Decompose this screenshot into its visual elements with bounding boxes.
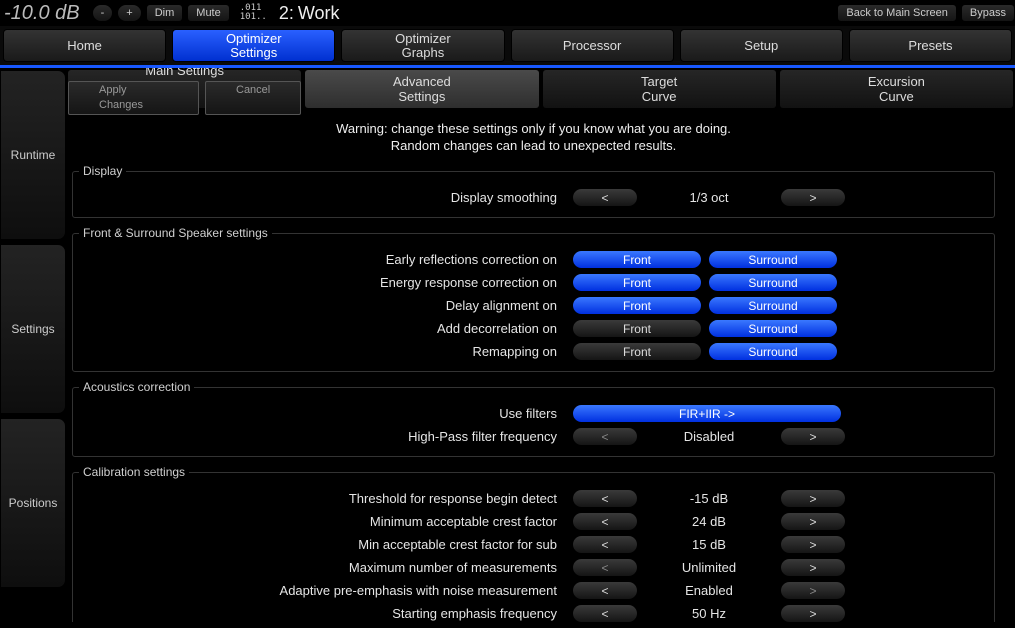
- apply-changes-button[interactable]: Apply Changes: [68, 81, 199, 115]
- row-label: Delay alignment on: [79, 298, 569, 313]
- row-label: Early reflections correction on: [79, 252, 569, 267]
- row-label: Adaptive pre-emphasis with noise measure…: [79, 583, 569, 598]
- speaker-group: Front & Surround Speaker settings Early …: [72, 226, 995, 372]
- surround-toggle[interactable]: Surround: [708, 342, 838, 361]
- main-tabs: HomeOptimizerSettingsOptimizerGraphsProc…: [0, 26, 1015, 68]
- smoothing-prev-button[interactable]: <: [572, 188, 638, 207]
- next-button[interactable]: >: [780, 604, 846, 622]
- use-filters-label: Use filters: [79, 406, 569, 421]
- next-button[interactable]: >: [780, 489, 846, 508]
- display-smoothing-label: Display smoothing: [79, 190, 569, 205]
- value-text: 15 dB: [644, 537, 774, 552]
- row-label: Threshold for response begin detect: [79, 491, 569, 506]
- row-label: Maximum number of measurements: [79, 560, 569, 575]
- front-toggle[interactable]: Front: [572, 342, 702, 361]
- main-tab-home[interactable]: Home: [3, 29, 166, 62]
- main-tab-presets[interactable]: Presets: [849, 29, 1012, 62]
- row-label: Minimum acceptable crest factor: [79, 514, 569, 529]
- front-toggle[interactable]: Front: [572, 319, 702, 338]
- side-tab-settings[interactable]: Settings: [0, 244, 66, 414]
- next-button[interactable]: >: [780, 512, 846, 531]
- topbar: -10.0 dB - + Dim Mute .011 101.. 2: Work…: [0, 0, 1015, 26]
- bits-display: .011 101..: [240, 4, 267, 22]
- main-tab-optimizer[interactable]: OptimizerSettings: [172, 29, 335, 62]
- side-tab-positions[interactable]: Positions: [0, 418, 66, 588]
- surround-toggle[interactable]: Surround: [708, 319, 838, 338]
- hp-filter-label: High-Pass filter frequency: [79, 429, 569, 444]
- value-text: -15 dB: [644, 491, 774, 506]
- main-tab-optimizer[interactable]: OptimizerGraphs: [341, 29, 504, 62]
- db-level: -10.0 dB: [4, 2, 80, 25]
- cancel-button[interactable]: Cancel: [205, 81, 301, 115]
- row-label: Add decorrelation on: [79, 321, 569, 336]
- main-tab-setup[interactable]: Setup: [680, 29, 843, 62]
- surround-toggle[interactable]: Surround: [708, 296, 838, 315]
- sub-tab-excursion[interactable]: ExcursionCurve: [780, 70, 1013, 108]
- prev-button[interactable]: <: [572, 535, 638, 554]
- hp-prev-button[interactable]: <: [572, 427, 638, 446]
- preset-name: Work: [298, 3, 340, 24]
- row-label: Energy response correction on: [79, 275, 569, 290]
- db-plus-button[interactable]: +: [117, 4, 141, 22]
- front-toggle[interactable]: Front: [572, 250, 702, 269]
- value-text: Enabled: [644, 583, 774, 598]
- main-tab-processor[interactable]: Processor: [511, 29, 674, 62]
- surround-toggle[interactable]: Surround: [708, 273, 838, 292]
- use-filters-toggle[interactable]: FIR+IIR ->: [572, 404, 842, 423]
- row-label: Min acceptable crest factor for sub: [79, 537, 569, 552]
- sub-tab-main-settings[interactable]: Main SettingsApply ChangesCancel: [68, 70, 301, 108]
- value-text: 50 Hz: [644, 606, 774, 621]
- settings-scroll[interactable]: Warning: change these settings only if y…: [66, 110, 1015, 622]
- next-button[interactable]: >: [780, 581, 846, 600]
- value-text: 24 dB: [644, 514, 774, 529]
- sub-tab-advanced[interactable]: AdvancedSettings: [305, 70, 538, 108]
- dim-button[interactable]: Dim: [146, 4, 184, 22]
- next-button[interactable]: >: [780, 558, 846, 577]
- side-tab-runtime[interactable]: Runtime: [0, 70, 66, 240]
- surround-toggle[interactable]: Surround: [708, 250, 838, 269]
- prev-button[interactable]: <: [572, 489, 638, 508]
- value-text: Unlimited: [644, 560, 774, 575]
- back-to-main-button[interactable]: Back to Main Screen: [837, 4, 957, 22]
- prev-button[interactable]: <: [572, 581, 638, 600]
- prev-button[interactable]: <: [572, 558, 638, 577]
- row-label: Starting emphasis frequency: [79, 606, 569, 621]
- prev-button[interactable]: <: [572, 512, 638, 531]
- hp-value: Disabled: [644, 429, 774, 444]
- db-minus-button[interactable]: -: [92, 4, 114, 22]
- bypass-button[interactable]: Bypass: [961, 4, 1015, 22]
- smoothing-value: 1/3 oct: [644, 190, 774, 205]
- side-tabs: RuntimeSettingsPositions: [0, 68, 66, 625]
- next-button[interactable]: >: [780, 535, 846, 554]
- mute-button[interactable]: Mute: [187, 4, 229, 22]
- calibration-group: Calibration settings Threshold for respo…: [72, 465, 995, 622]
- front-toggle[interactable]: Front: [572, 296, 702, 315]
- front-toggle[interactable]: Front: [572, 273, 702, 292]
- sub-tab-target[interactable]: TargetCurve: [543, 70, 776, 108]
- smoothing-next-button[interactable]: >: [780, 188, 846, 207]
- preset-number: 2:: [279, 3, 294, 24]
- acoustics-group: Acoustics correction Use filters FIR+IIR…: [72, 380, 995, 457]
- prev-button[interactable]: <: [572, 604, 638, 622]
- hp-next-button[interactable]: >: [780, 427, 846, 446]
- sub-tabs: Main SettingsApply ChangesCancelAdvanced…: [66, 68, 1015, 110]
- row-label: Remapping on: [79, 344, 569, 359]
- display-group: Display Display smoothing < 1/3 oct >: [72, 164, 995, 218]
- warning-text: Warning: change these settings only if y…: [72, 120, 995, 154]
